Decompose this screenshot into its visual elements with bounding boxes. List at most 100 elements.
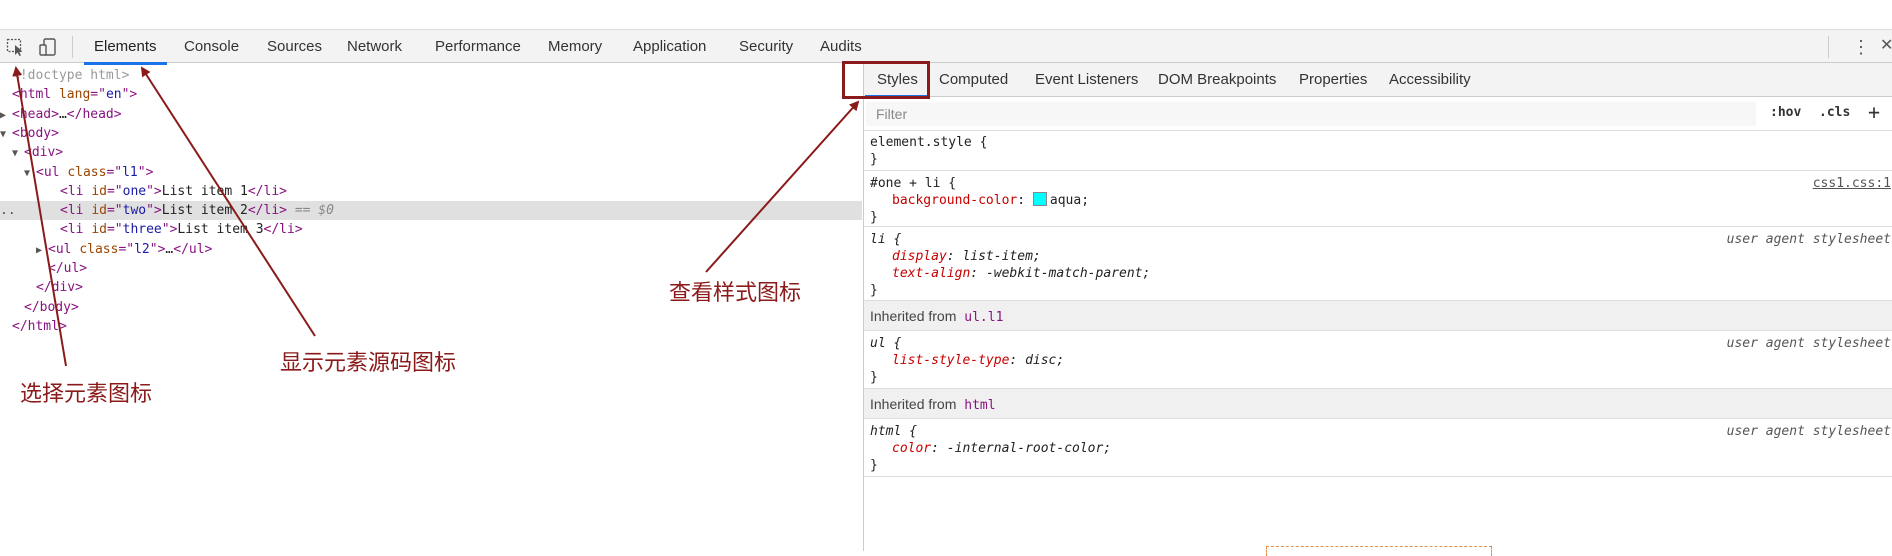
expand-triangle-icon[interactable]: ▼	[24, 164, 36, 183]
dom-token: </ul>	[173, 241, 213, 257]
rule-declaration[interactable]: background-color: aqua;	[892, 191, 1089, 210]
dom-token: three	[122, 222, 162, 238]
dom-token: ">	[137, 164, 154, 180]
toolbar-divider	[72, 36, 73, 58]
inherited-from-html: Inherited from html	[864, 389, 1892, 419]
dom-node-line[interactable]: </html>	[0, 317, 862, 336]
dom-node-content: ▼ <ul class="l1">	[24, 163, 154, 183]
tab-memory[interactable]: Memory	[538, 30, 612, 64]
dom-token: </li>	[247, 203, 287, 219]
dom-token: </head>	[66, 106, 122, 122]
tab-console[interactable]: Console	[174, 30, 249, 64]
inherited-selector-link[interactable]: html	[964, 398, 995, 413]
dom-node-line[interactable]: <li id="one">List item 1</li>	[0, 182, 862, 201]
dom-token: == $0	[287, 203, 334, 219]
dom-token: </li>	[247, 183, 287, 199]
dom-node-line[interactable]: ▼ <div>	[0, 143, 862, 162]
tab-network[interactable]: Network	[337, 30, 412, 64]
dom-node-content: <li id="three">List item 3</li>	[60, 220, 303, 239]
dom-token: ">	[146, 183, 162, 199]
dom-token: <ul	[48, 241, 80, 257]
annotation-show-source: 显示元素源码图标	[280, 351, 457, 376]
sidebar-tabs: Styles Computed Event Listeners DOM Breakpo…	[864, 63, 1892, 98]
dom-token: ="	[106, 222, 123, 238]
dom-token: </body>	[24, 299, 79, 315]
inherited-from-ul: Inherited from ul.l1	[864, 301, 1892, 331]
tab-performance[interactable]: Performance	[425, 30, 531, 64]
rule-selector[interactable]: element.style {	[870, 133, 987, 152]
device-toolbar-icon[interactable]	[38, 37, 58, 57]
property-value: list-item;	[962, 249, 1041, 264]
tab-security[interactable]: Security	[729, 30, 803, 64]
subtab-accessibility[interactable]: Accessibility	[1377, 63, 1483, 97]
property-name: display	[892, 249, 947, 264]
expand-triangle-icon[interactable]: ▼	[0, 125, 12, 144]
dom-node-line[interactable]: <!doctype html>	[0, 66, 862, 85]
dom-node-line[interactable]: ▼ <body>	[0, 124, 862, 143]
new-rule-button[interactable]: +	[1868, 100, 1880, 124]
color-swatch[interactable]	[1032, 192, 1047, 206]
rule-ul: ul { user agent stylesheet list-style-ty…	[864, 331, 1892, 389]
dom-token: two	[122, 203, 147, 219]
tab-audits[interactable]: Audits	[810, 30, 872, 64]
dom-node-content: <li id="two">List item 2</li> == $0	[60, 201, 334, 220]
styles-tab-highlight	[842, 61, 930, 99]
dom-node-line[interactable]: ▶ <ul class="l2">…</ul>	[0, 240, 862, 259]
close-icon[interactable]: ✕	[1880, 35, 1892, 57]
dom-token: class	[67, 164, 107, 180]
styles-panel: Styles Computed Event Listeners DOM Breakpo…	[863, 63, 1892, 551]
dom-node-content: </div>	[36, 278, 83, 297]
selected-node-marker[interactable]: ..	[0, 201, 16, 220]
class-toggle-button[interactable]: .cls	[1819, 105, 1850, 120]
rule-element-style: element.style { }	[864, 131, 1892, 171]
expand-triangle-icon[interactable]: ▼	[12, 144, 24, 163]
subtab-event-listeners[interactable]: Event Listeners	[1023, 63, 1150, 97]
more-options-icon[interactable]: ⋮	[1852, 36, 1870, 58]
rule-declaration[interactable]: text-align: -webkit-match-parent;	[892, 264, 1150, 283]
tab-application[interactable]: Application	[623, 30, 716, 64]
dom-node-content: </ul>	[48, 259, 87, 278]
rule-close: }	[870, 370, 878, 385]
inherited-selector-link[interactable]: ul.l1	[964, 310, 1003, 325]
dom-node-line[interactable]: <html lang="en">	[0, 85, 862, 104]
collapse-triangle-icon[interactable]: ▶	[0, 106, 12, 125]
dom-token: </li>	[263, 222, 303, 238]
dom-token: lang	[58, 87, 91, 103]
annotation-select-element: 选择元素图标	[20, 382, 153, 407]
dom-node-line[interactable]: ▶ <head>…</head>	[0, 105, 862, 124]
rule-close: }	[870, 458, 878, 473]
rule-close: }	[870, 210, 878, 225]
dom-token: List item 3	[177, 222, 264, 238]
property-name: color	[892, 441, 932, 456]
rule-source: user agent stylesheet	[1726, 336, 1891, 351]
tab-elements[interactable]: Elements	[84, 30, 167, 65]
dom-token: class	[79, 241, 119, 257]
rule-declaration[interactable]: color: -internal-root-color;	[892, 439, 1111, 458]
hover-state-button[interactable]: :hov	[1770, 105, 1801, 120]
tab-sources[interactable]: Sources	[257, 30, 332, 64]
styles-filter-input[interactable]	[866, 102, 1756, 126]
select-element-icon[interactable]	[6, 37, 26, 57]
rule-source-link[interactable]: css1.css:1	[1813, 174, 1891, 193]
subtab-properties[interactable]: Properties	[1287, 63, 1379, 97]
subtab-dom-breakpoints[interactable]: DOM Breakpoints	[1146, 63, 1288, 97]
dom-tree: <!doctype html> <html lang="en"> ▶ <head>…<…	[0, 63, 862, 551]
dom-node-line[interactable]: ▼ <ul class="l1">	[0, 163, 862, 182]
rule-close: }	[870, 283, 878, 298]
dom-token: List item 1	[161, 183, 248, 199]
dom-token: <body>	[12, 125, 59, 141]
dom-node-content: ▶ <head>…</head>	[0, 105, 122, 125]
dom-node-content: <html lang="en">	[12, 85, 137, 104]
subtab-computed[interactable]: Computed	[927, 63, 1020, 97]
dom-token: <head>	[12, 106, 59, 122]
dom-token: <li	[60, 222, 92, 238]
dom-node-line[interactable]: <li id="three">List item 3</li>	[0, 220, 862, 239]
property-name: list-style-type	[892, 353, 1010, 368]
dom-token: List item 2	[161, 203, 248, 219]
dom-token: …	[58, 106, 67, 122]
rule-declaration[interactable]: list-style-type: disc;	[892, 351, 1064, 370]
dom-token: ">	[149, 241, 166, 257]
dom-node-line[interactable]: .. <li id="two">List item 2</li> == $0	[0, 201, 862, 221]
collapse-triangle-icon[interactable]: ▶	[36, 241, 48, 260]
dom-node-content: <li id="one">List item 1</li>	[60, 182, 287, 201]
